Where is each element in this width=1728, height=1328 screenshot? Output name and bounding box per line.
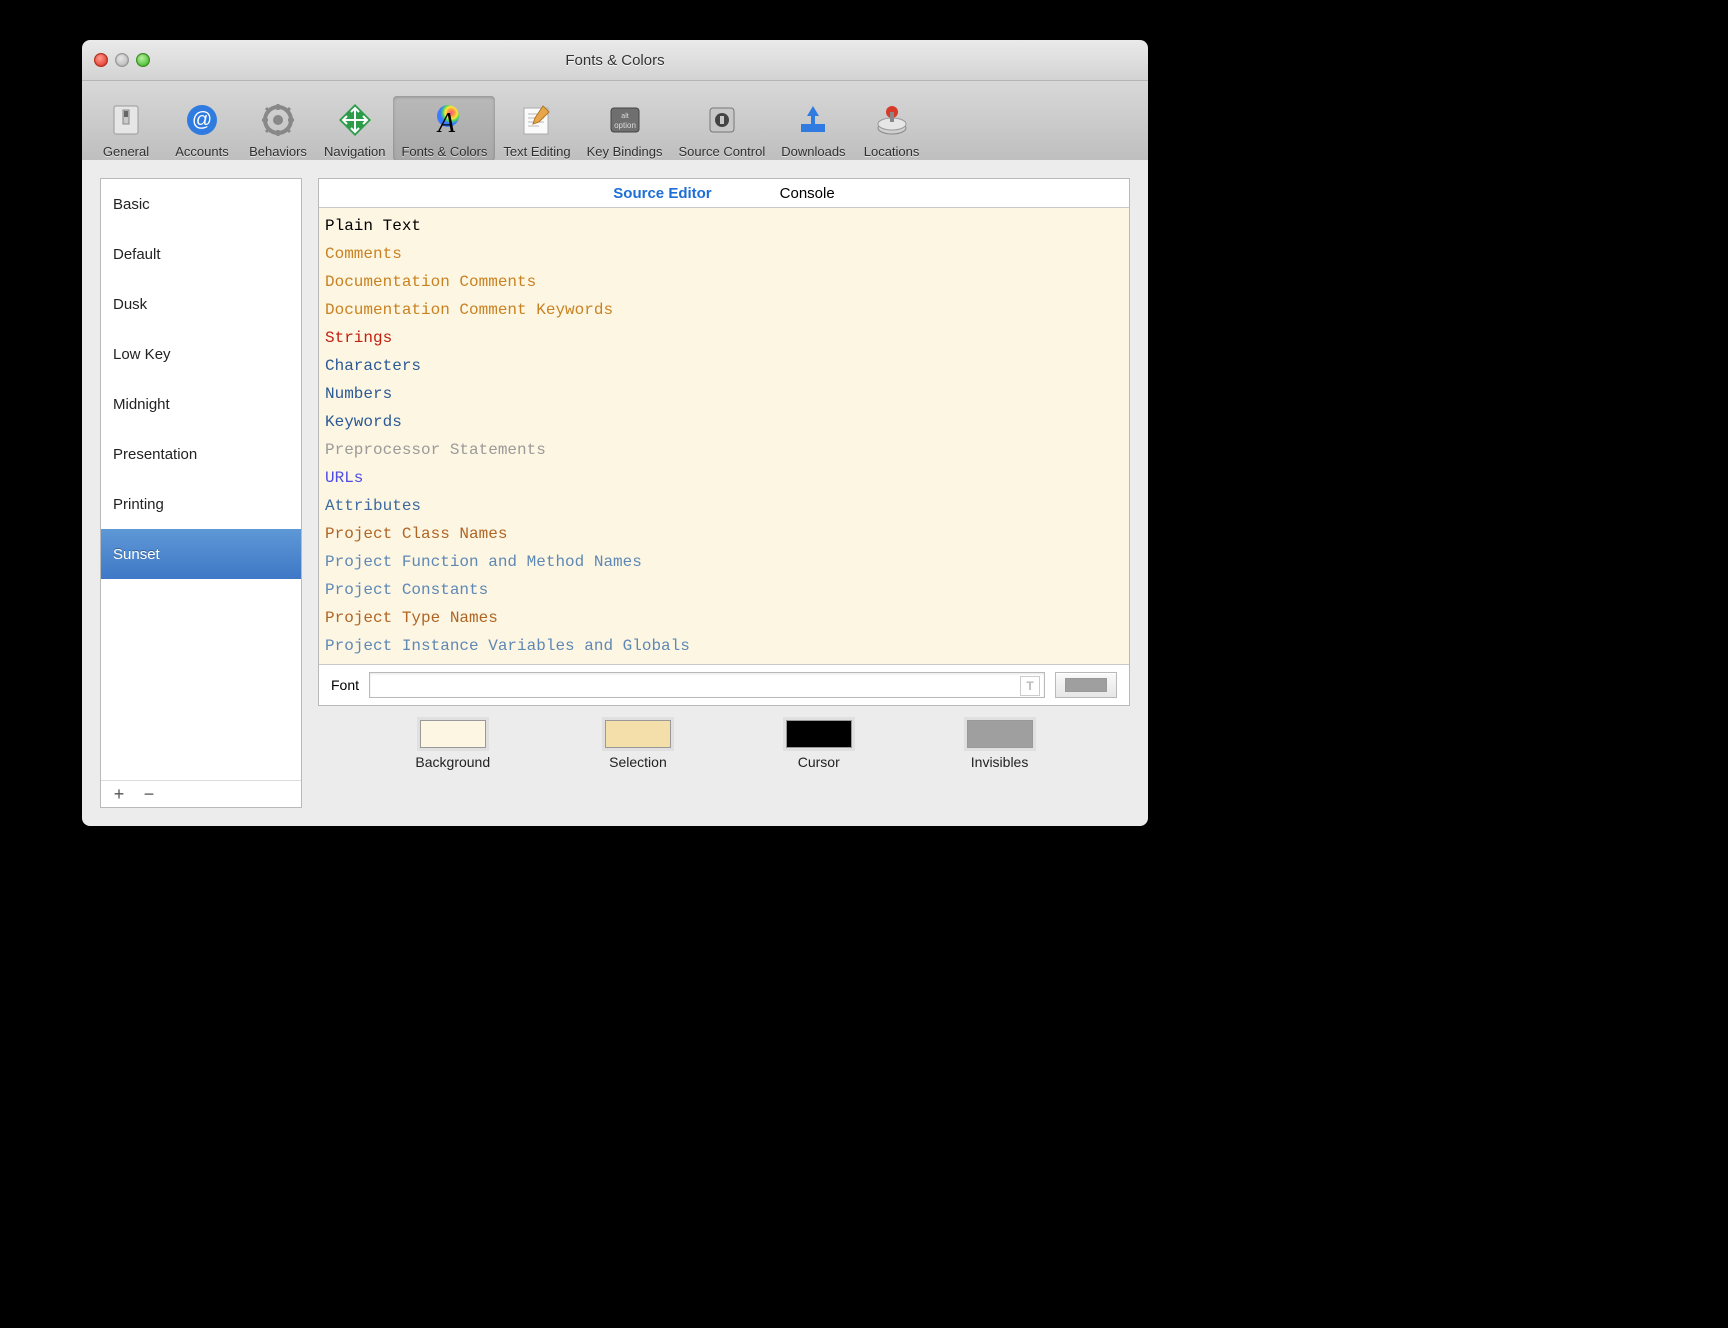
category-row[interactable]: Project Constants [325, 576, 1123, 604]
toolbar-item-source-control[interactable]: Source Control [671, 96, 774, 161]
main-panel: Source Editor Console Plain TextComments… [318, 178, 1130, 808]
theme-item-printing[interactable]: Printing [101, 479, 301, 529]
toolbar-item-label: Behaviors [249, 144, 307, 159]
key-bindings-icon: altoption [605, 100, 645, 140]
theme-list[interactable]: BasicDefaultDuskLow KeyMidnightPresentat… [101, 179, 301, 780]
color-swatches: Background Selection Cursor Invisibles [318, 720, 1130, 770]
close-icon[interactable] [94, 53, 108, 67]
theme-item-sunset[interactable]: Sunset [101, 529, 301, 579]
text-color-swatch [1065, 678, 1107, 692]
font-name-field[interactable]: T [369, 672, 1045, 698]
toolbar-item-key-bindings[interactable]: altoption Key Bindings [579, 96, 671, 161]
tab-console[interactable]: Console [776, 181, 839, 206]
accounts-icon: @ [182, 100, 222, 140]
cursor-label: Cursor [798, 754, 840, 770]
theme-item-presentation[interactable]: Presentation [101, 429, 301, 479]
theme-sidebar: BasicDefaultDuskLow KeyMidnightPresentat… [100, 178, 302, 808]
theme-item-default[interactable]: Default [101, 229, 301, 279]
cursor-swatch-col: Cursor [786, 720, 852, 770]
toolbar-item-navigation[interactable]: Navigation [316, 96, 393, 161]
text-color-well[interactable] [1055, 672, 1117, 698]
invisibles-color-well[interactable] [967, 720, 1033, 748]
category-row[interactable]: Keywords [325, 408, 1123, 436]
toolbar-item-label: Downloads [781, 144, 845, 159]
navigation-icon [335, 100, 375, 140]
content-area: BasicDefaultDuskLow KeyMidnightPresentat… [82, 160, 1148, 826]
toolbar-item-label: Locations [864, 144, 920, 159]
category-row[interactable]: Strings [325, 324, 1123, 352]
toolbar-item-downloads[interactable]: Downloads [773, 96, 853, 161]
editor-box: Source Editor Console Plain TextComments… [318, 178, 1130, 706]
theme-item-basic[interactable]: Basic [101, 179, 301, 229]
theme-list-footer: + − [101, 780, 301, 807]
toolbar-item-label: Source Control [679, 144, 766, 159]
toolbar-item-behaviors[interactable]: Behaviors [240, 96, 316, 161]
general-icon [106, 100, 146, 140]
category-row[interactable]: Plain Text [325, 212, 1123, 240]
locations-icon [872, 100, 912, 140]
theme-item-low-key[interactable]: Low Key [101, 329, 301, 379]
category-row[interactable]: Project Instance Variables and Globals [325, 632, 1123, 660]
toolbar-item-text-editing[interactable]: Text Editing [495, 96, 578, 161]
selection-swatch-col: Selection [605, 720, 671, 770]
svg-text:option: option [614, 121, 636, 130]
category-row[interactable]: Project Function and Method Names [325, 548, 1123, 576]
toolbar-item-fonts-colors[interactable]: A Fonts & Colors [393, 96, 495, 161]
toolbar-item-label: Key Bindings [587, 144, 663, 159]
invisibles-label: Invisibles [971, 754, 1029, 770]
category-list[interactable]: Plain TextCommentsDocumentation Comments… [319, 208, 1129, 664]
cursor-color-well[interactable] [786, 720, 852, 748]
theme-item-midnight[interactable]: Midnight [101, 379, 301, 429]
font-picker-icon[interactable]: T [1020, 676, 1040, 696]
selection-label: Selection [609, 754, 667, 770]
text-editing-icon [517, 100, 557, 140]
toolbar-item-locations[interactable]: Locations [854, 96, 930, 161]
zoom-icon[interactable] [136, 53, 150, 67]
category-row[interactable]: Documentation Comment Keywords [325, 296, 1123, 324]
editor-tab-bar: Source Editor Console [319, 179, 1129, 208]
toolbar-item-label: Text Editing [503, 144, 570, 159]
svg-text:A: A [436, 108, 456, 138]
title-bar: Fonts & Colors [82, 40, 1148, 81]
toolbar-item-label: Fonts & Colors [401, 144, 487, 159]
font-label: Font [331, 677, 359, 693]
window-controls [94, 53, 150, 67]
font-row: Font T [319, 664, 1129, 705]
add-theme-button[interactable]: + [111, 784, 127, 805]
background-color-well[interactable] [420, 720, 486, 748]
category-row[interactable]: Comments [325, 240, 1123, 268]
selection-color-well[interactable] [605, 720, 671, 748]
window-title: Fonts & Colors [82, 52, 1148, 69]
background-label: Background [415, 754, 490, 770]
category-row[interactable]: Documentation Comments [325, 268, 1123, 296]
downloads-icon [793, 100, 833, 140]
toolbar-item-label: Navigation [324, 144, 385, 159]
toolbar-item-label: General [103, 144, 149, 159]
preferences-window: Fonts & Colors General @ Accounts Behaviors… [82, 40, 1148, 826]
category-row[interactable]: Project Type Names [325, 604, 1123, 632]
category-row[interactable]: Project Class Names [325, 520, 1123, 548]
svg-text:@: @ [192, 109, 212, 131]
category-row[interactable]: Numbers [325, 380, 1123, 408]
remove-theme-button[interactable]: − [141, 784, 157, 805]
toolbar-item-accounts[interactable]: @ Accounts [164, 96, 240, 161]
svg-text:alt: alt [621, 113, 628, 120]
invisibles-swatch-col: Invisibles [967, 720, 1033, 770]
source-control-icon [702, 100, 742, 140]
toolbar-item-label: Accounts [175, 144, 228, 159]
toolbar-item-general[interactable]: General [88, 96, 164, 161]
minimize-icon[interactable] [115, 53, 129, 67]
behaviors-icon [258, 100, 298, 140]
category-row[interactable]: URLs [325, 464, 1123, 492]
category-row[interactable]: Preprocessor Statements [325, 436, 1123, 464]
toolbar: General @ Accounts Behaviors Navigation A Font… [82, 81, 1148, 166]
background-swatch-col: Background [415, 720, 490, 770]
theme-item-dusk[interactable]: Dusk [101, 279, 301, 329]
tab-source-editor[interactable]: Source Editor [609, 181, 715, 206]
category-row[interactable]: Characters [325, 352, 1123, 380]
category-row[interactable]: Attributes [325, 492, 1123, 520]
fonts-colors-icon: A [424, 100, 464, 140]
